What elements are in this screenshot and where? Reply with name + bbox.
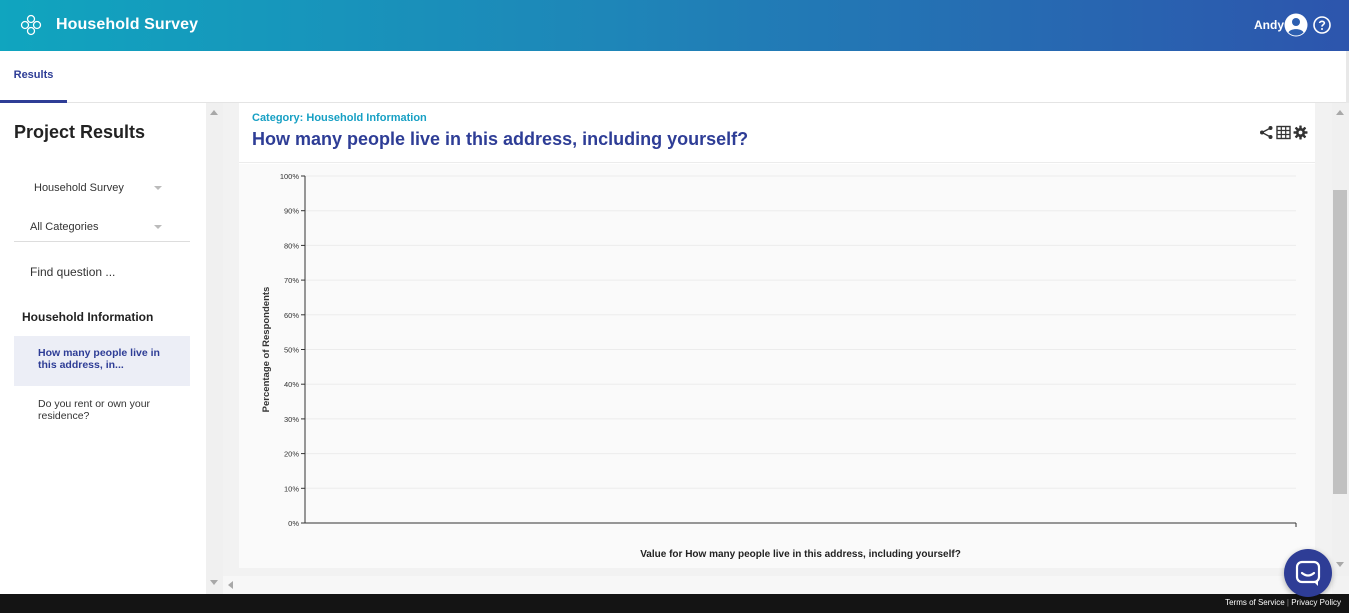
y-tick-label: 0%	[288, 519, 299, 528]
sidebar-category-heading: Household Information	[22, 310, 154, 324]
bar-chart: 0% 10% 20% 30% 40% 50% 60% 70% 80% 90% 100% Percen…	[261, 172, 1297, 560]
chat-launcher-button[interactable]	[1284, 549, 1332, 597]
tab-bar: Results	[0, 51, 1349, 103]
flower-logo-icon[interactable]	[19, 13, 43, 37]
card-toolbar	[1259, 125, 1308, 140]
footer: Terms of Service | Privacy Policy	[0, 594, 1349, 613]
sidebar-title: Project Results	[14, 122, 146, 142]
y-tick-label: 70%	[284, 276, 299, 285]
user-name[interactable]: Andy	[1254, 18, 1284, 32]
card-header: Category: Household Information How many…	[239, 103, 1315, 163]
y-tick-label: 100%	[280, 172, 300, 181]
scroll-left-arrow-icon[interactable]	[228, 581, 233, 589]
x-axis-label: Value for How many people live in this a…	[640, 549, 961, 560]
user-avatar-icon[interactable]	[1284, 13, 1308, 37]
category-select-value: All Categories	[30, 221, 99, 233]
y-axis-label: Percentage of Respondents	[261, 287, 272, 413]
page-scrollbar-thumb[interactable]	[1333, 190, 1347, 494]
gear-icon[interactable]	[1293, 125, 1308, 140]
y-tick-label: 50%	[284, 346, 299, 355]
y-tick-label: 40%	[284, 380, 299, 389]
scroll-down-arrow-icon[interactable]	[210, 580, 218, 585]
tab-results[interactable]: Results	[0, 51, 67, 103]
y-tick-label: 20%	[284, 450, 299, 459]
y-tick-label: 60%	[284, 311, 299, 320]
help-circle-icon[interactable]	[1313, 16, 1331, 34]
question-title: How many people live in this address, in…	[252, 129, 749, 149]
find-question-input[interactable]: Find question ...	[30, 265, 115, 279]
question-card: Category: Household Information How many…	[239, 103, 1315, 568]
sidebar-question-item[interactable]: How many people live in this address, in…	[14, 336, 190, 386]
top-bar: Household Survey Andy	[0, 0, 1349, 51]
survey-select[interactable]: Household Survey	[14, 173, 190, 203]
footer-separator: |	[1286, 598, 1289, 607]
survey-select-value: Household Survey	[34, 182, 124, 194]
privacy-link[interactable]: Privacy Policy	[1291, 598, 1341, 607]
footer-links: Terms of Service | Privacy Policy	[1225, 598, 1341, 607]
sidebar: Project Results Household Survey All Cat…	[0, 103, 206, 594]
category-select[interactable]: All Categories	[14, 212, 190, 242]
table-grid-icon[interactable]	[1276, 125, 1291, 140]
share-icon[interactable]	[1259, 125, 1274, 140]
horizontal-scrollbar[interactable]	[223, 576, 1332, 594]
scroll-down-arrow-icon[interactable]	[1336, 562, 1344, 567]
chat-bubble-icon	[1295, 560, 1321, 586]
y-tick-label: 10%	[284, 484, 299, 493]
chart-area: 0% 10% 20% 30% 40% 50% 60% 70% 80% 90% 100% Percen…	[239, 164, 1315, 568]
chevron-down-icon	[154, 186, 162, 190]
scroll-up-arrow-icon[interactable]	[1336, 110, 1344, 115]
category-label: Category: Household Information	[252, 112, 427, 124]
terms-link[interactable]: Terms of Service	[1225, 598, 1285, 607]
sidebar-scrollbar[interactable]	[206, 103, 223, 594]
y-tick-label: 90%	[284, 207, 299, 216]
sidebar-question-item[interactable]: Do you rent or own your residence?	[14, 387, 190, 433]
app-title[interactable]: Household Survey	[56, 16, 198, 34]
y-tick-label: 80%	[284, 241, 299, 250]
y-tick-label: 30%	[284, 415, 299, 424]
chevron-down-icon	[154, 225, 162, 229]
scroll-up-arrow-icon[interactable]	[210, 110, 218, 115]
